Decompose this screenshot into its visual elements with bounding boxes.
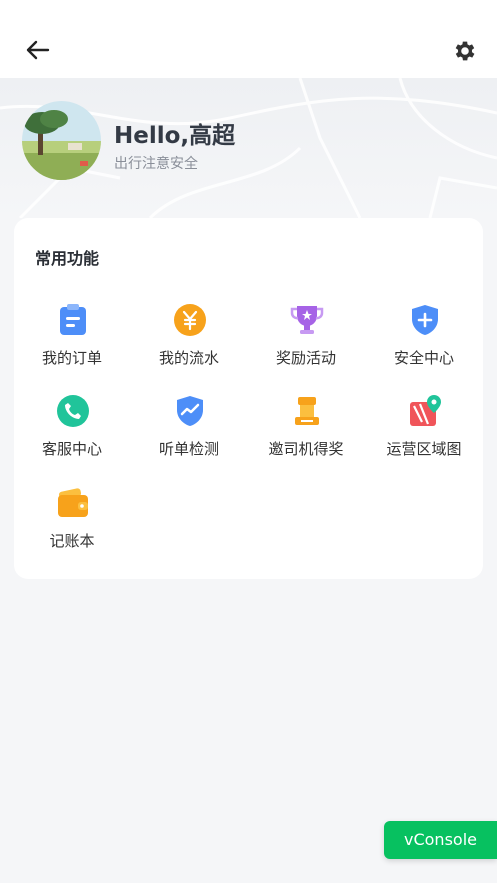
- gear-icon[interactable]: [452, 38, 478, 64]
- menu-item-order-detection[interactable]: 听单检测: [134, 394, 244, 474]
- shield-plus-icon: [412, 305, 438, 335]
- reward-pedestal-icon: [295, 397, 319, 425]
- menu-item-label: 记账本: [49, 532, 95, 550]
- menu-item-label: 运营区域图: [386, 440, 462, 458]
- avatar-image: [22, 101, 101, 180]
- section-title: 常用功能: [35, 249, 100, 268]
- menu-item-label: 我的流水: [158, 349, 219, 367]
- menu-item-account-book[interactable]: 记账本: [17, 486, 127, 566]
- menu-item-my-orders[interactable]: 我的订单: [17, 303, 127, 383]
- greeting-title: Hello,高超: [114, 123, 236, 149]
- menu-item-label: 奖励活动: [275, 349, 336, 367]
- shield-chart-icon: [177, 396, 203, 426]
- menu-item-rewards[interactable]: 奖励活动: [251, 303, 361, 383]
- wallet-icon: [58, 488, 88, 517]
- greeting-subtitle: 出行注意安全: [114, 156, 198, 172]
- menu-item-label: 邀司机得奖: [268, 440, 344, 458]
- menu-item-invite-driver[interactable]: 邀司机得奖: [251, 394, 361, 474]
- menu-item-label: 客服中心: [41, 440, 102, 458]
- menu-item-label: 我的订单: [41, 349, 102, 367]
- menu-item-customer-service[interactable]: 客服中心: [17, 394, 127, 474]
- phone-icon: [57, 395, 89, 427]
- clipboard-icon: [60, 304, 86, 335]
- yen-coin-icon: [174, 304, 206, 336]
- vconsole-button[interactable]: vConsole: [384, 821, 497, 859]
- menu-item-label: 听单检测: [158, 440, 219, 458]
- avatar[interactable]: [22, 101, 101, 180]
- menu-item-operation-area-map[interactable]: 运营区域图: [369, 394, 479, 474]
- arrow-left-icon[interactable]: [22, 34, 54, 66]
- menu-item-safety-center[interactable]: 安全中心: [369, 303, 479, 383]
- common-functions-card: 常用功能 我的订单 我的流水 奖励活动 安全中心 客服中心 听单检测 邀司机得奖…: [14, 218, 483, 579]
- top-bar: [0, 0, 497, 78]
- map-pin-icon: [410, 395, 441, 426]
- menu-item-my-transactions[interactable]: 我的流水: [134, 303, 244, 383]
- trophy-icon: [290, 306, 324, 334]
- menu-item-label: 安全中心: [393, 349, 454, 367]
